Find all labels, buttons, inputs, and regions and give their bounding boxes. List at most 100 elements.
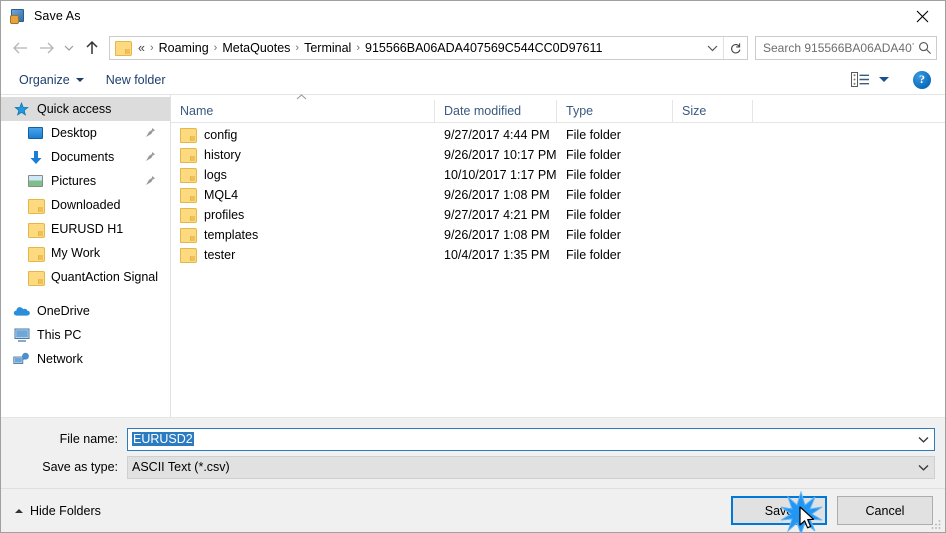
sidebar-item-label: This PC [37, 328, 82, 342]
title-bar: Save As [1, 1, 945, 31]
file-date-cell: 9/26/2017 10:17 PM [444, 148, 557, 162]
close-icon[interactable] [899, 1, 945, 31]
resize-grip[interactable] [930, 517, 942, 529]
pin-icon[interactable] [145, 175, 156, 189]
dialog-buttons: Save Cancel [731, 490, 933, 533]
sidebar-item-quick-access[interactable]: Quick access [1, 97, 170, 121]
help-button[interactable]: ? [913, 70, 931, 89]
table-row[interactable]: tester 10/4/2017 1:35 PM File folder [171, 245, 945, 265]
sidebar-item-label: My Work [51, 246, 101, 260]
hide-folders-label: Hide Folders [30, 503, 101, 518]
action-bar: Hide Folders Save Cancel [1, 489, 945, 533]
folder-icon [115, 41, 132, 56]
breadcrumb-overflow[interactable]: « [135, 41, 148, 55]
file-name-cell: tester [171, 245, 435, 265]
desktop-icon [27, 125, 44, 141]
column-header-name[interactable]: Name [171, 99, 435, 123]
file-size-cell [673, 225, 753, 245]
save-button[interactable]: Save [731, 496, 827, 525]
breadcrumb-separator: › [295, 42, 300, 54]
sidebar-item-onedrive[interactable]: OneDrive [1, 299, 170, 323]
table-row[interactable]: MQL4 9/26/2017 1:08 PM File folder [171, 185, 945, 205]
this-pc-icon [13, 327, 30, 343]
table-row[interactable]: config 9/27/2017 4:44 PM File folder [171, 125, 945, 145]
sidebar-item-my-work[interactable]: My Work [1, 241, 170, 265]
forward-arrow-icon[interactable] [33, 35, 59, 61]
up-arrow-icon[interactable] [79, 35, 105, 61]
sidebar-item-documents[interactable]: Documents [1, 145, 170, 169]
chevron-down-icon[interactable] [912, 429, 934, 450]
sidebar-item-network[interactable]: Network [1, 347, 170, 371]
address-bar[interactable]: « › Roaming › MetaQuotes › Terminal › 91… [109, 36, 748, 60]
sidebar-item-downloaded[interactable]: Downloaded [1, 193, 170, 217]
folder-icon [27, 221, 45, 238]
breadcrumb-item-instance-id[interactable]: 915566BA06ADA407569C544CC0D97611 [362, 41, 605, 55]
file-date-cell: 9/27/2017 4:21 PM [444, 208, 550, 222]
breadcrumb-item-terminal[interactable]: Terminal [301, 41, 354, 55]
sidebar-item-label: Desktop [51, 126, 97, 140]
breadcrumb-item-roaming[interactable]: Roaming [156, 41, 212, 55]
organize-label: Organize [19, 72, 70, 87]
column-header-type[interactable]: Type [557, 99, 673, 123]
file-name-label: logs [204, 168, 227, 182]
file-name-label: templates [204, 228, 259, 242]
pin-icon[interactable] [145, 151, 156, 165]
file-date-cell: 10/4/2017 1:35 PM [444, 248, 550, 262]
file-date-cell: 10/10/2017 1:17 PM [444, 168, 557, 182]
chevron-down-icon[interactable] [912, 457, 934, 478]
sidebar-item-this-pc[interactable]: This PC [1, 323, 170, 347]
pictures-icon [27, 173, 44, 189]
file-name-cell: history [171, 145, 435, 165]
column-header-date-modified[interactable]: Date modified [435, 99, 557, 123]
file-name-input[interactable]: EURUSD2 [127, 427, 935, 451]
cancel-button[interactable]: Cancel [837, 496, 933, 525]
file-type-cell: File folder [566, 208, 621, 222]
sidebar-item-quantaction-signal[interactable]: QuantAction Signal [1, 265, 170, 289]
breadcrumb-separator: › [213, 42, 218, 54]
sidebar-item-desktop[interactable]: Desktop [1, 121, 170, 145]
search-icon[interactable] [914, 37, 936, 59]
sidebar-divider [1, 289, 170, 299]
save-as-dialog: Save As « › Roaming › MetaQuotes › Termi… [0, 0, 946, 533]
sidebar-item-pictures[interactable]: Pictures [1, 169, 170, 193]
breadcrumb-separator: › [356, 42, 361, 54]
sidebar-item-label: Pictures [51, 174, 97, 188]
file-name-cell: templates [171, 225, 435, 245]
star-icon [13, 101, 30, 117]
file-list-pane: Name Date modified Type Size config 9/27… [171, 94, 945, 417]
folder-icon [180, 208, 197, 223]
table-row[interactable]: profiles 9/27/2017 4:21 PM File folder [171, 205, 945, 225]
file-size-cell [673, 145, 753, 165]
view-list-icon[interactable] [849, 71, 871, 89]
recent-locations-chevron-icon[interactable] [59, 35, 79, 61]
folder-icon [180, 248, 197, 263]
breadcrumb-item-metaquotes[interactable]: MetaQuotes [219, 41, 293, 55]
folder-icon [27, 245, 45, 262]
new-folder-button[interactable]: New folder [102, 69, 170, 91]
refresh-icon[interactable] [723, 37, 747, 59]
organize-button[interactable]: Organize [15, 69, 88, 91]
navigation-sidebar: Quick access Desktop Documents Pictures … [1, 95, 171, 417]
chevron-down-icon[interactable] [701, 37, 723, 59]
view-controls: ? [849, 70, 945, 89]
file-type-cell: File folder [566, 168, 621, 182]
table-row[interactable]: logs 10/10/2017 1:17 PM File folder [171, 165, 945, 185]
breadcrumb: « › Roaming › MetaQuotes › Terminal › 91… [135, 41, 701, 55]
table-row[interactable]: templates 9/26/2017 1:08 PM File folder [171, 225, 945, 245]
back-arrow-icon[interactable] [7, 35, 33, 61]
folder-icon [180, 148, 197, 163]
chevron-down-icon [75, 77, 84, 82]
file-type-cell: File folder [566, 128, 621, 142]
hide-folders-button[interactable]: Hide Folders [15, 504, 101, 518]
view-chevron-down-icon[interactable] [879, 77, 889, 82]
sidebar-item-eurusd-h1[interactable]: EURUSD H1 [1, 217, 170, 241]
save-as-type-label: Save as type: [42, 460, 118, 474]
file-name-cell: MQL4 [171, 185, 435, 205]
search-input[interactable]: Search 915566BA06ADA40756... [755, 36, 937, 60]
table-row[interactable]: history 9/26/2017 10:17 PM File folder [171, 145, 945, 165]
save-as-type-select[interactable]: ASCII Text (*.csv) [127, 455, 935, 479]
column-header-size[interactable]: Size [673, 99, 753, 123]
save-as-type-row: Save as type: ASCII Text (*.csv) [1, 455, 945, 479]
file-type-cell: File folder [566, 228, 621, 242]
pin-icon[interactable] [145, 127, 156, 141]
